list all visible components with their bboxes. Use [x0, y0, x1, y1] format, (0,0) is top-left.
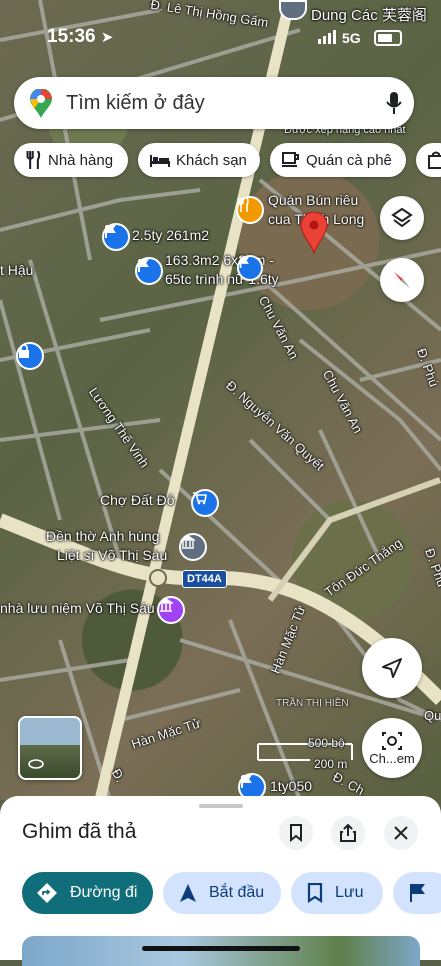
- restaurant-icon: [26, 151, 41, 169]
- rotate-360-icon: [28, 759, 44, 769]
- share-icon: [340, 824, 356, 842]
- monument-icon[interactable]: [179, 533, 207, 561]
- status-bar: 15:36 ➤ 5G: [0, 22, 441, 52]
- street-view-thumbnail[interactable]: [18, 716, 82, 780]
- my-location-button[interactable]: [362, 638, 422, 698]
- sheet-handle[interactable]: [199, 804, 243, 808]
- scale-bottom: 200 m: [314, 757, 348, 771]
- compass-button[interactable]: [380, 258, 424, 302]
- flag-icon: [410, 884, 425, 902]
- signal-icon: [318, 30, 336, 44]
- navigation-icon: [180, 884, 196, 902]
- watermark-label: TRẦN THỊ HIỀN: [276, 698, 349, 709]
- dropped-pin-icon[interactable]: [300, 212, 328, 254]
- close-button[interactable]: [384, 816, 418, 850]
- microphone-icon[interactable]: [386, 91, 402, 115]
- battery-icon: [374, 30, 402, 46]
- shopping-bag-icon: [428, 151, 441, 169]
- clock: 15:36 ➤: [47, 26, 114, 47]
- lens-label: Ch...em: [369, 750, 415, 766]
- save-icon-button[interactable]: [279, 816, 313, 850]
- more-action-button[interactable]: [393, 872, 441, 914]
- search-input[interactable]: Tìm kiếm ở đây: [66, 92, 205, 115]
- share-button[interactable]: [331, 816, 365, 850]
- navigation-arrow-icon: [382, 658, 402, 678]
- lens-button[interactable]: Ch...em: [362, 718, 422, 778]
- close-icon: [394, 826, 408, 840]
- chip-cafes[interactable]: Quán cà phê: [270, 143, 406, 177]
- start-button[interactable]: Bắt đầu: [163, 872, 281, 914]
- poi-label-den-tho[interactable]: Đền thờ Anh hùng: [46, 528, 160, 544]
- directions-icon: [37, 883, 57, 903]
- camera-search-icon: [382, 731, 402, 750]
- network-type: 5G: [342, 30, 361, 46]
- chip-label: Nhà hàng: [48, 151, 114, 169]
- lock-poi-icon[interactable]: [16, 342, 44, 370]
- shopping-cart-icon[interactable]: [191, 489, 219, 517]
- save-label: Lưu: [335, 884, 364, 901]
- directions-label: Đường đi: [70, 884, 138, 901]
- directions-button[interactable]: Đường đi: [22, 872, 153, 914]
- poi-label-bun-rieu[interactable]: Quán Bún riêu: [268, 192, 358, 208]
- listing-label-3[interactable]: 1ty050: [270, 778, 312, 794]
- poi-label-cho-dat-do[interactable]: Chợ Đất Đỏ: [100, 492, 175, 508]
- bookmark-icon: [290, 824, 302, 842]
- chip-label: Quán cà phê: [306, 151, 392, 169]
- listing-pin-icon[interactable]: [135, 257, 163, 285]
- poi-label-den-tho-2[interactable]: Liệt sĩ Võ Thị Sáu: [57, 547, 167, 563]
- poi-icon[interactable]: [279, 0, 307, 20]
- home-indicator: [142, 946, 300, 951]
- save-button[interactable]: Lưu: [291, 872, 383, 914]
- bookmark-icon: [307, 883, 323, 903]
- chip-hotels[interactable]: Khách sạn: [138, 143, 260, 177]
- start-label: Bắt đầu: [209, 884, 265, 901]
- listing-label-1[interactable]: 2.5ty 261m2: [132, 227, 209, 243]
- chip-label: Khách sạn: [176, 151, 247, 169]
- place-photo[interactable]: [22, 936, 420, 966]
- layers-icon: [391, 207, 413, 228]
- chip-restaurants[interactable]: Nhà hàng: [14, 143, 128, 177]
- google-maps-logo-icon: [30, 89, 52, 118]
- scale-top: 500 bộ: [308, 736, 345, 750]
- compass-icon: [394, 272, 410, 288]
- route-badge: DT44A: [182, 570, 227, 588]
- road-label: Qu: [424, 708, 441, 723]
- layers-button[interactable]: [380, 196, 424, 240]
- poi-label-hau[interactable]: t Hậu: [0, 262, 33, 278]
- restaurant-poi-icon[interactable]: [236, 196, 264, 224]
- coffee-icon: [282, 152, 299, 167]
- search-bar[interactable]: Tìm kiếm ở đây: [14, 77, 414, 129]
- listing-pin-icon[interactable]: [102, 223, 130, 251]
- sheet-title: Ghim đã thả: [22, 820, 137, 843]
- hotel-icon: [150, 155, 170, 167]
- poi-label-nha-luu-niem[interactable]: nhà lưu niệm Võ Thị Sáu: [0, 600, 155, 616]
- listing-pin-icon[interactable]: [237, 255, 263, 281]
- museum-icon[interactable]: [157, 596, 185, 624]
